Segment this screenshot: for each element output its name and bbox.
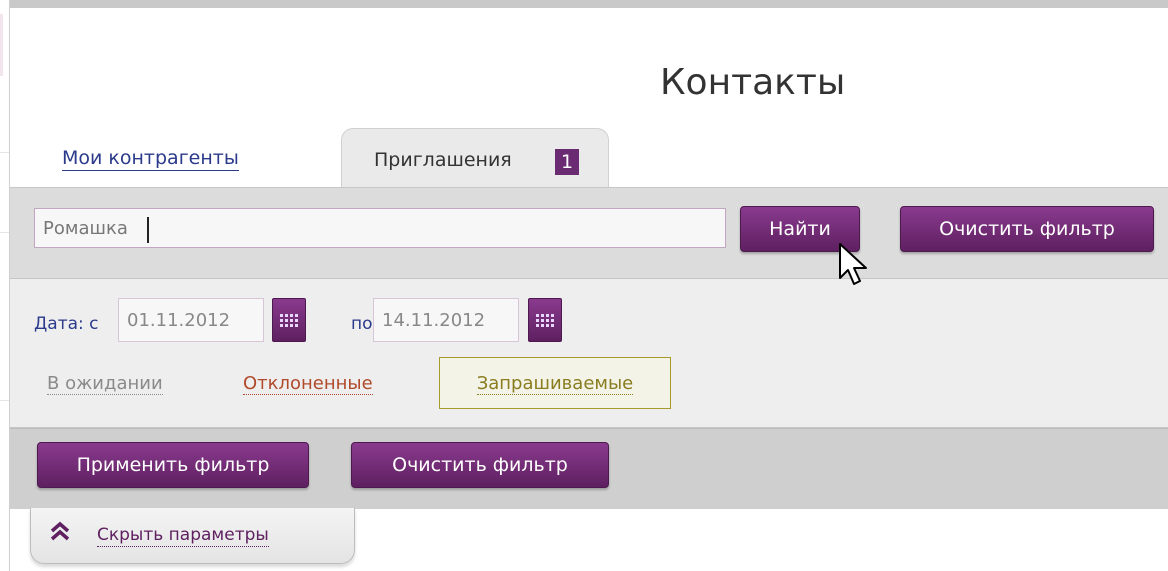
tab-invitations[interactable]: Приглашения 1 xyxy=(341,128,609,188)
clear-filter-button[interactable]: Очистить фильтр xyxy=(351,442,609,488)
calendar-icon xyxy=(280,313,298,327)
date-from-input[interactable] xyxy=(118,298,264,342)
status-pending-label: В ожидании xyxy=(47,373,163,395)
status-filter-requested[interactable]: Запрашиваемые xyxy=(439,357,671,409)
date-from-label: Дата: с xyxy=(34,314,99,334)
status-filter-rejected[interactable]: Отклоненные xyxy=(243,372,373,396)
filter-panel: Дата: с по В ожидании Отклоненные Запраш… xyxy=(10,279,1168,428)
date-to-label: по xyxy=(351,314,373,334)
hide-parameters-label: Скрыть параметры xyxy=(97,525,269,547)
hide-parameters-toggle[interactable]: Скрыть параметры xyxy=(30,508,355,564)
tab-invitations-label: Приглашения xyxy=(374,149,512,171)
find-button[interactable]: Найти xyxy=(740,206,860,252)
window-left-border xyxy=(0,0,10,571)
double-chevron-up-icon xyxy=(50,521,70,541)
left-accent-mark xyxy=(0,14,3,76)
page-title: Контакты xyxy=(660,62,846,103)
status-rejected-label: Отклоненные xyxy=(243,373,373,395)
text-caret xyxy=(147,217,149,243)
calendar-icon xyxy=(536,313,554,327)
apply-filter-button[interactable]: Применить фильтр xyxy=(37,442,309,488)
invitations-count-badge: 1 xyxy=(555,149,579,175)
window-top-border xyxy=(0,0,1168,8)
date-from-calendar-button[interactable] xyxy=(272,298,306,342)
clear-search-button[interactable]: Очистить фильтр xyxy=(900,206,1154,252)
status-filter-pending[interactable]: В ожидании xyxy=(47,372,163,396)
date-to-input[interactable] xyxy=(373,298,519,342)
date-to-calendar-button[interactable] xyxy=(528,298,562,342)
filter-actions-bar: Применить фильтр Очистить фильтр xyxy=(10,428,1168,509)
search-bar: Найти Очистить фильтр xyxy=(10,187,1168,279)
search-input[interactable] xyxy=(34,208,726,248)
status-requested-label: Запрашиваемые xyxy=(476,373,634,395)
tab-my-counterparties[interactable]: Мои контрагенты xyxy=(62,146,239,171)
